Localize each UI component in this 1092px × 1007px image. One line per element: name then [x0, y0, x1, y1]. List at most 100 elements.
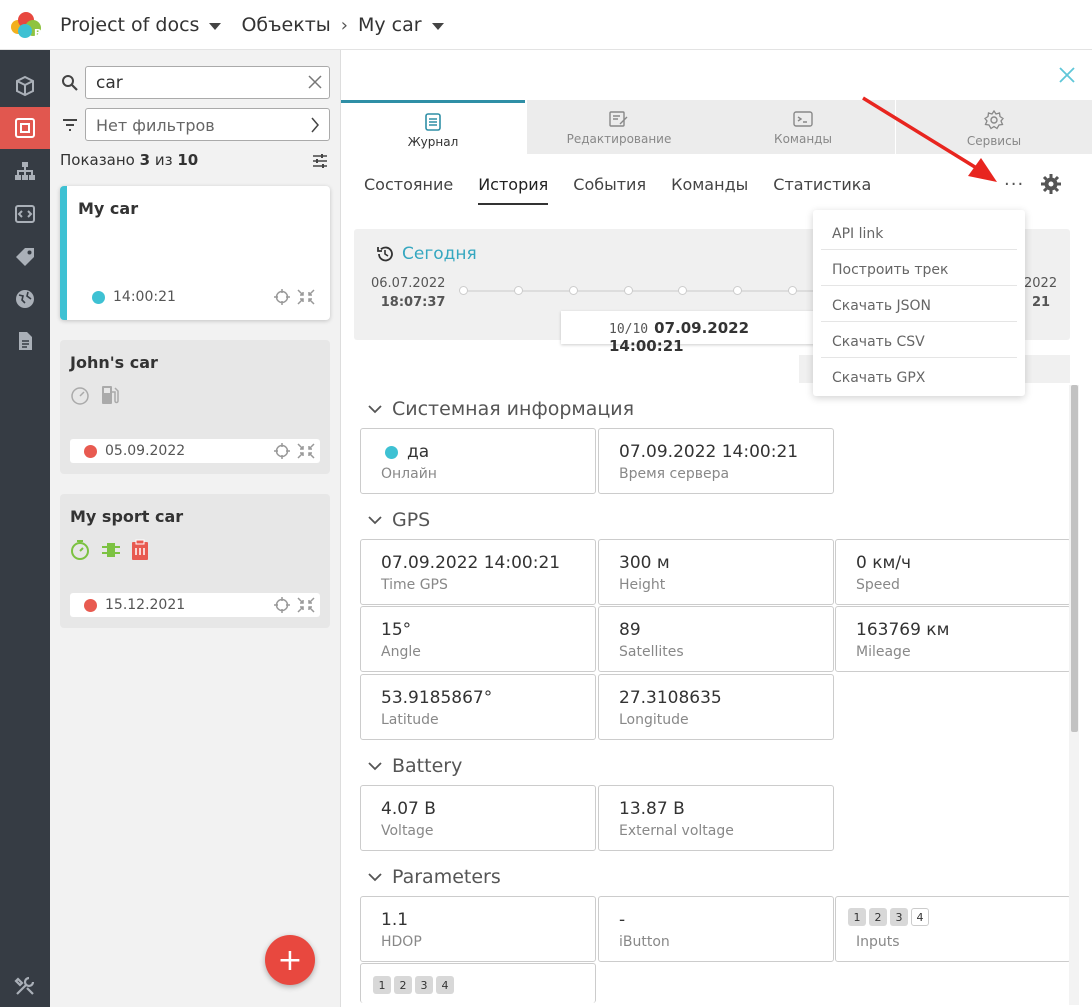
object-selector[interactable]: My car [358, 14, 444, 36]
card-status: 05.09.2022 [70, 439, 320, 463]
menu-item-download-gpx[interactable]: Скачать GPX [821, 358, 1017, 394]
top-bar: R Project of docs Объекты › My car [0, 0, 1092, 50]
info-cell: 1 2 3 4 Inputs [835, 896, 1071, 962]
outputs-badges: 1 2 3 4 [373, 976, 457, 994]
timeline-point[interactable] [514, 286, 523, 295]
info-cell: - iButton [598, 896, 834, 962]
timeline-point[interactable] [624, 286, 633, 295]
tag-icon[interactable] [0, 236, 50, 278]
timeline-point[interactable] [678, 286, 687, 295]
objects-panel: car Нет фильтров Показано 3 из 10 My car… [50, 50, 341, 1007]
fuel-icon [102, 386, 119, 404]
objects-icon[interactable] [0, 107, 50, 149]
chevron-down-icon [368, 405, 382, 414]
section-title: Системная информация [392, 398, 635, 420]
globe-icon[interactable] [0, 278, 50, 320]
sliders-icon[interactable] [312, 153, 328, 169]
subtab-state[interactable]: Состояние [364, 175, 453, 205]
subtabs: Состояние История События Команды Статис… [364, 175, 896, 205]
menu-item-api-link[interactable]: API link [821, 214, 1017, 250]
object-card[interactable]: My car 14:00:21 [60, 186, 330, 320]
app-logo[interactable]: R [6, 9, 46, 41]
filter-field[interactable]: Нет фильтров [85, 108, 330, 141]
collapse-icon[interactable] [297, 443, 315, 459]
code-icon[interactable] [0, 193, 50, 235]
subtab-commands[interactable]: Команды [671, 175, 748, 205]
stopwatch-icon [71, 540, 89, 560]
cube-icon[interactable] [0, 65, 50, 107]
inputs-badges: 1 2 3 4 [848, 908, 932, 926]
tools-icon[interactable] [0, 965, 50, 1007]
timeline-current: 10/10 07.09.2022 14:00:21 [561, 311, 817, 355]
gear-icon[interactable] [1041, 174, 1061, 194]
info-cell: 13.87 В External voltage [598, 785, 834, 851]
info-cell: да Онлайн [360, 428, 596, 494]
collapse-icon[interactable] [297, 289, 315, 305]
close-icon[interactable] [1058, 66, 1076, 84]
scrollbar-thumb[interactable] [1071, 385, 1078, 732]
breadcrumb-objects[interactable]: Объекты [241, 14, 330, 36]
scrollbar[interactable] [1069, 385, 1079, 1005]
output-badge: 3 [415, 976, 433, 994]
menu-item-build-track[interactable]: Построить трек [821, 250, 1017, 286]
chevron-down-icon [368, 873, 382, 882]
journal-icon [425, 113, 441, 131]
section-header[interactable]: Battery [368, 755, 462, 777]
tab-label: Журнал [407, 135, 459, 149]
filter-icon[interactable] [61, 116, 79, 134]
terminal-icon [793, 111, 813, 127]
subtab-history[interactable]: История [478, 175, 549, 205]
status-dot [84, 598, 97, 612]
card-title: My sport car [70, 507, 184, 526]
info-cell: 15° Angle [360, 606, 596, 672]
timeline-point[interactable] [569, 286, 578, 295]
input-badge: 3 [890, 908, 908, 926]
info-cell: 300 м Height [598, 539, 834, 605]
breadcrumb: Project of docs Объекты › My car [60, 0, 444, 50]
output-badge: 2 [394, 976, 412, 994]
crosshair-icon[interactable] [274, 597, 290, 613]
sensor-icon [102, 543, 120, 557]
project-selector[interactable]: Project of docs [60, 14, 222, 36]
section-header[interactable]: Parameters [368, 866, 501, 888]
info-cell: 163769 км Mileage [835, 606, 1071, 672]
crosshair-icon[interactable] [274, 289, 290, 305]
timeline-heading[interactable]: Сегодня [402, 244, 477, 264]
crosshair-icon[interactable] [274, 443, 290, 459]
section-header[interactable]: GPS [368, 509, 430, 531]
chevron-right-icon [311, 117, 319, 133]
object-card[interactable]: My sport car 15.12.2021 [60, 494, 330, 628]
timeline-point[interactable] [788, 286, 797, 295]
add-object-button[interactable]: + [265, 935, 315, 985]
object-card[interactable]: John's car 05.09.2022 [60, 340, 330, 474]
left-nav [0, 50, 50, 1007]
info-cell: 07.09.2022 14:00:21 Time GPS [360, 539, 596, 605]
search-input[interactable]: car [85, 66, 330, 99]
chevron-down-icon [368, 762, 382, 771]
menu-item-download-json[interactable]: Скачать JSON [821, 286, 1017, 322]
section-title: GPS [392, 509, 431, 531]
tab-edit[interactable]: Редактирование [527, 100, 711, 154]
collapse-icon[interactable] [297, 597, 315, 613]
menu-item-download-csv[interactable]: Скачать CSV [821, 322, 1017, 358]
section-header[interactable]: Системная информация [368, 398, 634, 420]
hierarchy-icon[interactable] [0, 150, 50, 192]
status-dot [92, 290, 105, 304]
timeline-point[interactable] [459, 286, 468, 295]
info-cell: 1 2 3 4 [360, 963, 596, 1003]
card-time: 15.12.2021 [105, 597, 186, 613]
tab-journal[interactable]: Журнал [341, 100, 525, 154]
clear-search-icon[interactable] [306, 73, 324, 91]
info-cell: 4.07 В Voltage [360, 785, 596, 851]
card-status: 14:00:21 [78, 285, 320, 309]
more-options-icon[interactable]: ··· [1004, 174, 1024, 195]
subtab-events[interactable]: События [573, 175, 646, 205]
document-icon[interactable] [0, 320, 50, 362]
output-badge: 4 [436, 976, 454, 994]
input-badge: 2 [869, 908, 887, 926]
filter-label: Нет фильтров [96, 116, 215, 135]
timeline-point[interactable] [733, 286, 742, 295]
info-cell: 27.3108635 Longitude [598, 674, 834, 740]
info-cell: 1.1 HDOP [360, 896, 596, 962]
clipboard-icon [132, 539, 148, 560]
